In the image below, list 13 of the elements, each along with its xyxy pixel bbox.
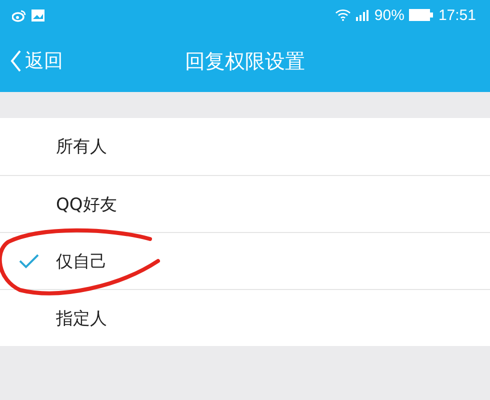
option-item[interactable]: 指定人 xyxy=(0,289,490,346)
wifi-icon xyxy=(335,9,352,21)
battery-percent: 90% xyxy=(374,6,404,24)
weibo-icon xyxy=(12,8,26,22)
image-icon xyxy=(31,8,45,22)
signal-icon xyxy=(356,10,370,20)
option-item[interactable]: QQ好友 xyxy=(0,175,490,232)
clock-time: 17:51 xyxy=(438,6,476,24)
page-title: 回复权限设置 xyxy=(185,48,305,74)
option-item[interactable]: 仅自己 xyxy=(0,232,490,289)
battery-icon xyxy=(409,9,434,21)
back-chevron-icon xyxy=(10,49,22,73)
option-item[interactable]: 所有人 xyxy=(0,118,490,175)
